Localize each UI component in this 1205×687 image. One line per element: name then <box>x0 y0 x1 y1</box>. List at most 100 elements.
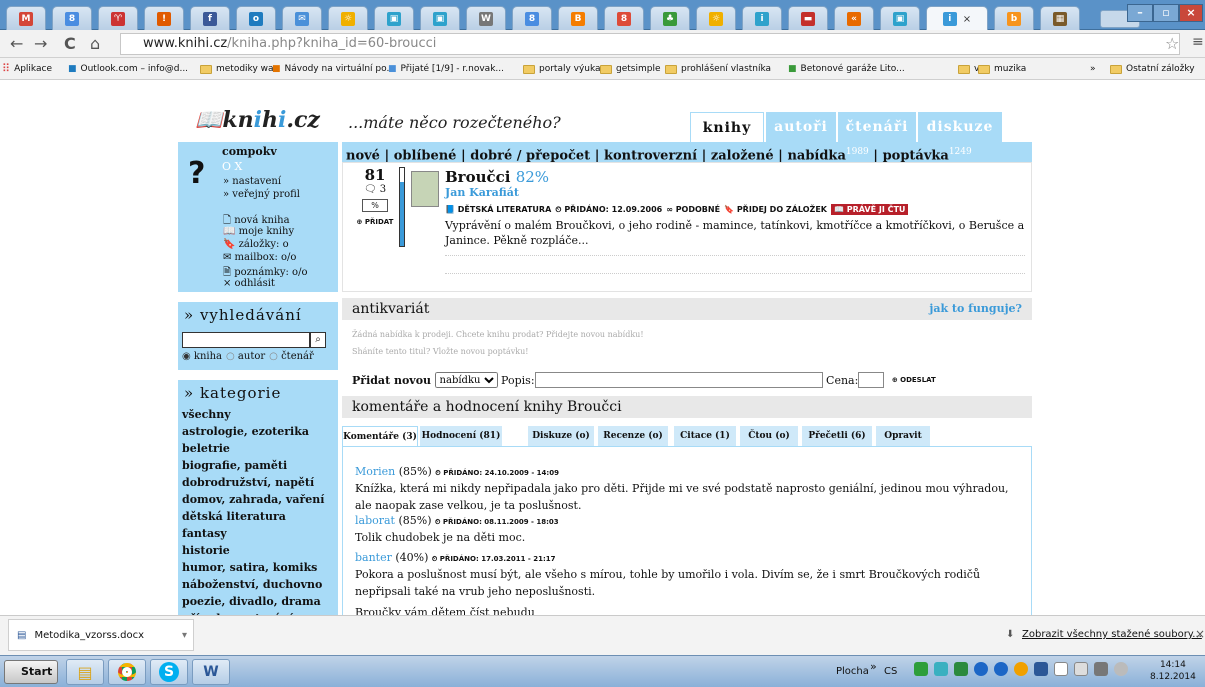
browser-tab[interactable]: 8 <box>604 6 644 30</box>
comment-tab[interactable]: Komentáře (3) <box>342 426 418 446</box>
top-tab-3[interactable]: diskuze <box>918 112 1002 142</box>
comment-tab[interactable]: Opravit <box>876 426 930 446</box>
browser-tab[interactable]: ☼ <box>328 6 368 30</box>
tray-signal-icon[interactable] <box>1094 662 1108 676</box>
language-indicator[interactable]: CS <box>884 666 897 677</box>
reload-button[interactable]: C <box>64 34 76 53</box>
bookmark-item[interactable]: » <box>1090 58 1096 79</box>
browser-tab[interactable]: ♈ <box>98 6 138 30</box>
word-icon[interactable]: W <box>192 659 230 685</box>
chrome-icon[interactable] <box>108 659 146 685</box>
comment-tab[interactable]: Hodnocení (81) <box>420 426 502 446</box>
bookmark-item[interactable]: portaly výuka <box>523 58 601 79</box>
book-badge[interactable]: 🔖 PŘIDEJ DO ZÁLOŽEK <box>724 205 827 214</box>
send-button[interactable]: ⊕ ODESLAT <box>892 376 936 384</box>
clock[interactable]: 14:14 8.12.2014 <box>1150 659 1196 683</box>
tray-device-icon[interactable] <box>1074 662 1088 676</box>
book-badge[interactable]: 📘 DĚTSKÁ LITERATURA <box>445 205 551 214</box>
user-link[interactable]: » veřejný profil <box>223 189 300 200</box>
browser-tab[interactable]: ▦ <box>1040 6 1080 30</box>
back-button[interactable]: ← <box>10 34 23 53</box>
browser-tab[interactable]: ✉ <box>282 6 322 30</box>
start-button[interactable]: Start <box>4 660 58 684</box>
category-item[interactable]: domov, zahrada, vaření <box>178 491 338 508</box>
maximize-window-button[interactable]: ▫ <box>1153 4 1179 22</box>
chevron-down-icon[interactable]: ▾ <box>182 630 187 641</box>
browser-tab[interactable]: M <box>6 6 46 30</box>
forward-button[interactable]: → <box>34 34 47 53</box>
skype-icon[interactable]: S <box>150 659 188 685</box>
category-item[interactable]: astrologie, ezoterika <box>178 423 338 440</box>
how-it-works-link[interactable]: jak to funguje? <box>929 298 1022 320</box>
book-badge[interactable]: ∞ PODOBNÉ <box>666 205 720 214</box>
user-link[interactable]: 📖 moje knihy <box>223 226 294 237</box>
browser-tab[interactable]: ▣ <box>374 6 414 30</box>
comment-tab[interactable]: Čtou (o) <box>740 426 798 446</box>
browser-tab[interactable]: ▬ <box>788 6 828 30</box>
category-item[interactable]: všechny <box>178 406 338 423</box>
browser-tab[interactable]: 8 <box>512 6 552 30</box>
tray-volume-icon[interactable] <box>1114 662 1128 676</box>
tray-security-icon[interactable] <box>914 662 928 676</box>
bookmark-item[interactable]: ■ Outlook.com – info@d... <box>68 58 188 79</box>
browser-tab[interactable]: ☼ <box>696 6 736 30</box>
radio-icon[interactable]: ○ <box>269 351 278 362</box>
tray-app-icon[interactable] <box>994 662 1008 676</box>
bookmark-item[interactable]: prohlášení vlastníka <box>665 58 771 79</box>
close-window-button[interactable]: × <box>1179 4 1203 22</box>
home-button[interactable]: ⌂ <box>90 34 100 53</box>
download-item[interactable]: ▤ Metodika_vzorss.docx ▾ <box>8 619 194 651</box>
show-all-downloads-link[interactable]: Zobrazit všechny stažené soubory... <box>1022 629 1202 640</box>
category-item[interactable]: historie <box>178 542 338 559</box>
category-item[interactable]: fantasy <box>178 525 338 542</box>
comment-tab[interactable]: Přečetli (6) <box>802 426 872 446</box>
top-tab-2[interactable]: čtenáři <box>838 112 916 142</box>
browser-tab[interactable]: ▣ <box>420 6 460 30</box>
comment-author-link[interactable]: Morien <box>355 465 395 478</box>
avatar[interactable]: ? <box>188 156 205 191</box>
browser-tab[interactable]: i × <box>926 6 988 31</box>
desktop-label[interactable]: Plocha <box>836 666 869 677</box>
user-link[interactable]: × odhlásit <box>223 278 275 289</box>
bookmark-star-icon[interactable]: ☆ <box>1165 34 1179 53</box>
browser-tab[interactable]: ♣ <box>650 6 690 30</box>
add-book-button[interactable]: ⊕ PŘIDAT <box>353 218 397 226</box>
rate-percent-box[interactable]: % <box>362 199 388 212</box>
category-item[interactable]: dobrodružství, napětí <box>178 474 338 491</box>
search-radio-autor[interactable]: ○ autor <box>226 351 265 362</box>
top-tab-1[interactable]: autoři <box>766 112 836 142</box>
comment-tab[interactable]: Diskuze (o) <box>528 426 594 446</box>
category-item[interactable]: humor, satira, komiks <box>178 559 338 576</box>
demand-text[interactable]: Sháníte tento titul? Vložte novou poptáv… <box>352 347 528 356</box>
category-item[interactable]: beletrie <box>178 440 338 457</box>
bookmark-item[interactable]: Ostatní záložky <box>1110 58 1195 79</box>
browser-tab[interactable]: ! <box>144 6 184 30</box>
category-item[interactable]: poezie, divadlo, drama <box>178 593 338 610</box>
user-link[interactable]: ✉ mailbox: o/o <box>223 252 296 263</box>
no-offer-text[interactable]: Žádná nabídka k prodeji. Chcete knihu pr… <box>352 330 644 339</box>
url-input[interactable]: www.knihi.cz/kniha.php?kniha_id=60-brouc… <box>120 33 1180 55</box>
tray-update-icon[interactable] <box>1014 662 1028 676</box>
top-tab-0[interactable]: knihy <box>690 112 764 142</box>
chevron-more-icon[interactable]: » <box>870 660 877 673</box>
browser-tab[interactable]: 8 <box>52 6 92 30</box>
description-input[interactable] <box>534 372 823 388</box>
tray-network-icon[interactable] <box>934 662 948 676</box>
close-download-bar-button[interactable]: × <box>1195 627 1205 641</box>
explorer-icon[interactable]: ▤ <box>66 659 104 685</box>
bookmark-item[interactable]: metodiky wa <box>200 58 274 79</box>
comment-tab[interactable]: Citace (1) <box>674 426 736 446</box>
browser-tab[interactable]: W <box>466 6 506 30</box>
user-link[interactable]: » nastavení <box>223 176 281 187</box>
comment-tab[interactable]: Recenze (o) <box>598 426 668 446</box>
comment-author-link[interactable]: laborat <box>355 514 395 527</box>
site-logo[interactable]: 📖kniknhi.cz <box>195 107 320 133</box>
browser-tab[interactable]: o <box>236 6 276 30</box>
browser-tab[interactable]: b <box>994 6 1034 30</box>
radio-icon[interactable]: ○ <box>226 351 235 362</box>
price-input[interactable] <box>858 372 885 388</box>
bookmark-item[interactable]: getsimple <box>600 58 661 79</box>
browser-tab[interactable]: f <box>190 6 230 30</box>
search-radio-kniha[interactable]: ◉ kniha <box>182 351 222 362</box>
browser-tab[interactable]: B <box>558 6 598 30</box>
